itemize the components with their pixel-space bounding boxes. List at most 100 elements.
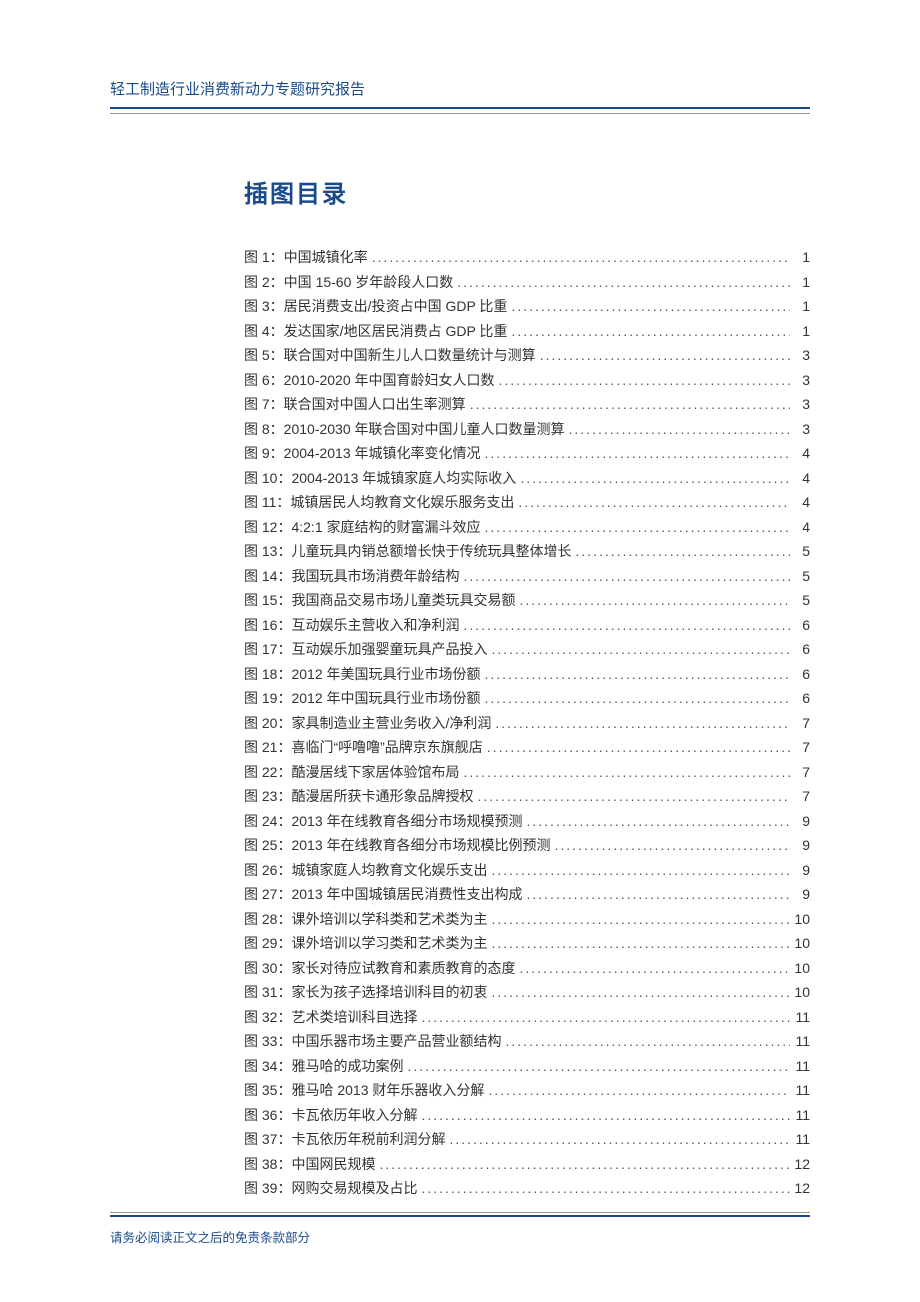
toc-entry: 图 20：家具制造业主营业务收入/净利润7 [244,711,810,736]
toc-entry: 图 1：中国城镇化率1 [244,245,810,270]
toc-entry-page: 5 [790,564,810,589]
toc-entry-label: 图 38：中国网民规模 [244,1152,375,1177]
toc-entry-page: 6 [790,637,810,662]
toc-entry: 图 22：酷漫居线下家居体验馆布局7 [244,760,810,785]
toc-entry: 图 23：酷漫居所获卡通形象品牌授权 7 [244,784,810,809]
toc-entry-label: 图 39：网购交易规模及占比 [244,1176,417,1201]
toc-entry-label: 图 27：2013 年中国城镇居民消费性支出构成 [244,882,523,907]
toc-leader-dots [515,956,790,981]
toc-entry: 图 21：喜临门“呼噜噜”品牌京东旗舰店7 [244,735,810,760]
toc-leader-dots [445,1127,790,1152]
toc-leader-dots [417,1103,790,1128]
toc-leader-dots [453,270,790,295]
toc-entry-label: 图 32：艺术类培训科目选择 [244,1005,417,1030]
toc-entry-label: 图 10：2004-2013 年城镇家庭人均实际收入 [244,466,516,491]
toc-leader-dots [459,760,790,785]
toc-entry-page: 3 [790,417,810,442]
toc-entry-label: 图 30：家长对待应试教育和素质教育的态度 [244,956,515,981]
toc-entry-label: 图 26：城镇家庭人均教育文化娱乐支出 [244,858,487,883]
toc-entry-label: 图 5：联合国对中国新生儿人口数量统计与测算 [244,343,536,368]
toc-entry-label: 图 3：居民消费支出/投资占中国 GDP 比重 [244,294,507,319]
toc-entry: 图 3：居民消费支出/投资占中国 GDP 比重1 [244,294,810,319]
toc-entry-page: 5 [790,588,810,613]
toc-leader-dots [459,613,790,638]
footer-divider-accent [110,1215,810,1217]
toc-entry-label: 图 8：2010-2030 年联合国对中国儿童人口数量测算 [244,417,565,442]
toc-leader-dots [495,368,790,393]
toc-leader-dots [487,858,790,883]
toc-entry-label: 图 9：2004-2013 年城镇化率变化情况 [244,441,481,466]
toc-entry-page: 12 [790,1152,810,1177]
toc-entry-page: 4 [790,490,810,515]
toc-leader-dots [483,735,790,760]
toc-entry: 图 35：雅马哈 2013 财年乐器收入分解 11 [244,1078,810,1103]
toc-leader-dots [514,490,790,515]
toc-entry-page: 10 [790,907,810,932]
toc-leader-dots [487,931,790,956]
toc-leader-dots [473,784,790,809]
toc-leader-dots [487,980,790,1005]
toc-leader-dots [523,809,791,834]
toc-title: 插图目录 [244,174,810,209]
toc-entry-label: 图 23：酷漫居所获卡通形象品牌授权 [244,784,473,809]
toc-entry-label: 图 14：我国玩具市场消费年龄结构 [244,564,459,589]
toc-entry-label: 图 35：雅马哈 2013 财年乐器收入分解 [244,1078,484,1103]
toc-leader-dots [481,662,791,687]
toc-leader-dots [523,882,791,907]
toc-entry-page: 1 [790,270,810,295]
toc-entry: 图 13：儿童玩具内销总额增长快于传统玩具整体增长5 [244,539,810,564]
toc-entry-page: 10 [790,956,810,981]
toc-list: 图 1：中国城镇化率1图 2：中国 15-60 岁年龄段人口数1图 3：居民消费… [244,245,810,1201]
toc-entry-label: 图 2：中国 15-60 岁年龄段人口数 [244,270,453,295]
toc-entry-label: 图 1：中国城镇化率 [244,245,368,270]
toc-leader-dots [507,294,790,319]
toc-entry-page: 10 [790,931,810,956]
toc-leader-dots [501,1029,790,1054]
toc-leader-dots [491,711,790,736]
toc-entry: 图 25：2013 年在线教育各细分市场规模比例预测9 [244,833,810,858]
toc-entry: 图 26：城镇家庭人均教育文化娱乐支出9 [244,858,810,883]
toc-entry-page: 12 [790,1176,810,1201]
toc-leader-dots [571,539,790,564]
toc-entry: 图 28：课外培训以学科类和艺术类为主 10 [244,907,810,932]
toc-entry-page: 6 [790,662,810,687]
toc-entry-label: 图 13：儿童玩具内销总额增长快于传统玩具整体增长 [244,539,571,564]
toc-entry-label: 图 11：城镇居民人均教育文化娱乐服务支出 [244,490,514,515]
toc-leader-dots [484,1078,790,1103]
toc-entry: 图 37：卡瓦依历年税前利润分解11 [244,1127,810,1152]
toc-entry-page: 11 [790,1078,810,1103]
page-footer: 请务必阅读正文之后的免责条款部分 [110,1212,810,1246]
toc-entry-page: 6 [790,613,810,638]
footer-divider [110,1212,810,1213]
toc-leader-dots [403,1054,790,1079]
toc-entry-page: 11 [790,1103,810,1128]
header-divider [110,113,810,114]
toc-entry: 图 31：家长为孩子选择培训科目的初衷10 [244,980,810,1005]
toc-entry: 图 5：联合国对中国新生儿人口数量统计与测算3 [244,343,810,368]
toc-entry-page: 11 [790,1005,810,1030]
toc-entry-page: 10 [790,980,810,1005]
toc-entry: 图 19：2012 年中国玩具行业市场份额6 [244,686,810,711]
toc-entry: 图 27：2013 年中国城镇居民消费性支出构成9 [244,882,810,907]
toc-leader-dots [481,515,791,540]
toc-leader-dots [368,245,790,270]
toc-entry: 图 4：发达国家/地区居民消费占 GDP 比重1 [244,319,810,344]
toc-entry-page: 7 [790,760,810,785]
toc-entry: 图 10：2004-2013 年城镇家庭人均实际收入 4 [244,466,810,491]
toc-entry-page: 7 [790,711,810,736]
toc-entry-label: 图 37：卡瓦依历年税前利润分解 [244,1127,445,1152]
toc-entry-page: 7 [790,784,810,809]
toc-entry: 图 14：我国玩具市场消费年龄结构 5 [244,564,810,589]
toc-entry-page: 4 [790,515,810,540]
toc-entry-label: 图 28：课外培训以学科类和艺术类为主 [244,907,487,932]
toc-entry-label: 图 7：联合国对中国人口出生率测算 [244,392,466,417]
toc-leader-dots [551,833,791,858]
content-area: 插图目录 图 1：中国城镇化率1图 2：中国 15-60 岁年龄段人口数1图 3… [110,174,810,1201]
toc-leader-dots [459,564,790,589]
toc-entry: 图 24：2013 年在线教育各细分市场规模预测9 [244,809,810,834]
toc-entry: 图 16：互动娱乐主营收入和净利润6 [244,613,810,638]
toc-entry: 图 8：2010-2030 年联合国对中国儿童人口数量测算 3 [244,417,810,442]
toc-entry-page: 4 [790,466,810,491]
toc-leader-dots [417,1005,790,1030]
toc-entry: 图 18：2012 年美国玩具行业市场份额6 [244,662,810,687]
